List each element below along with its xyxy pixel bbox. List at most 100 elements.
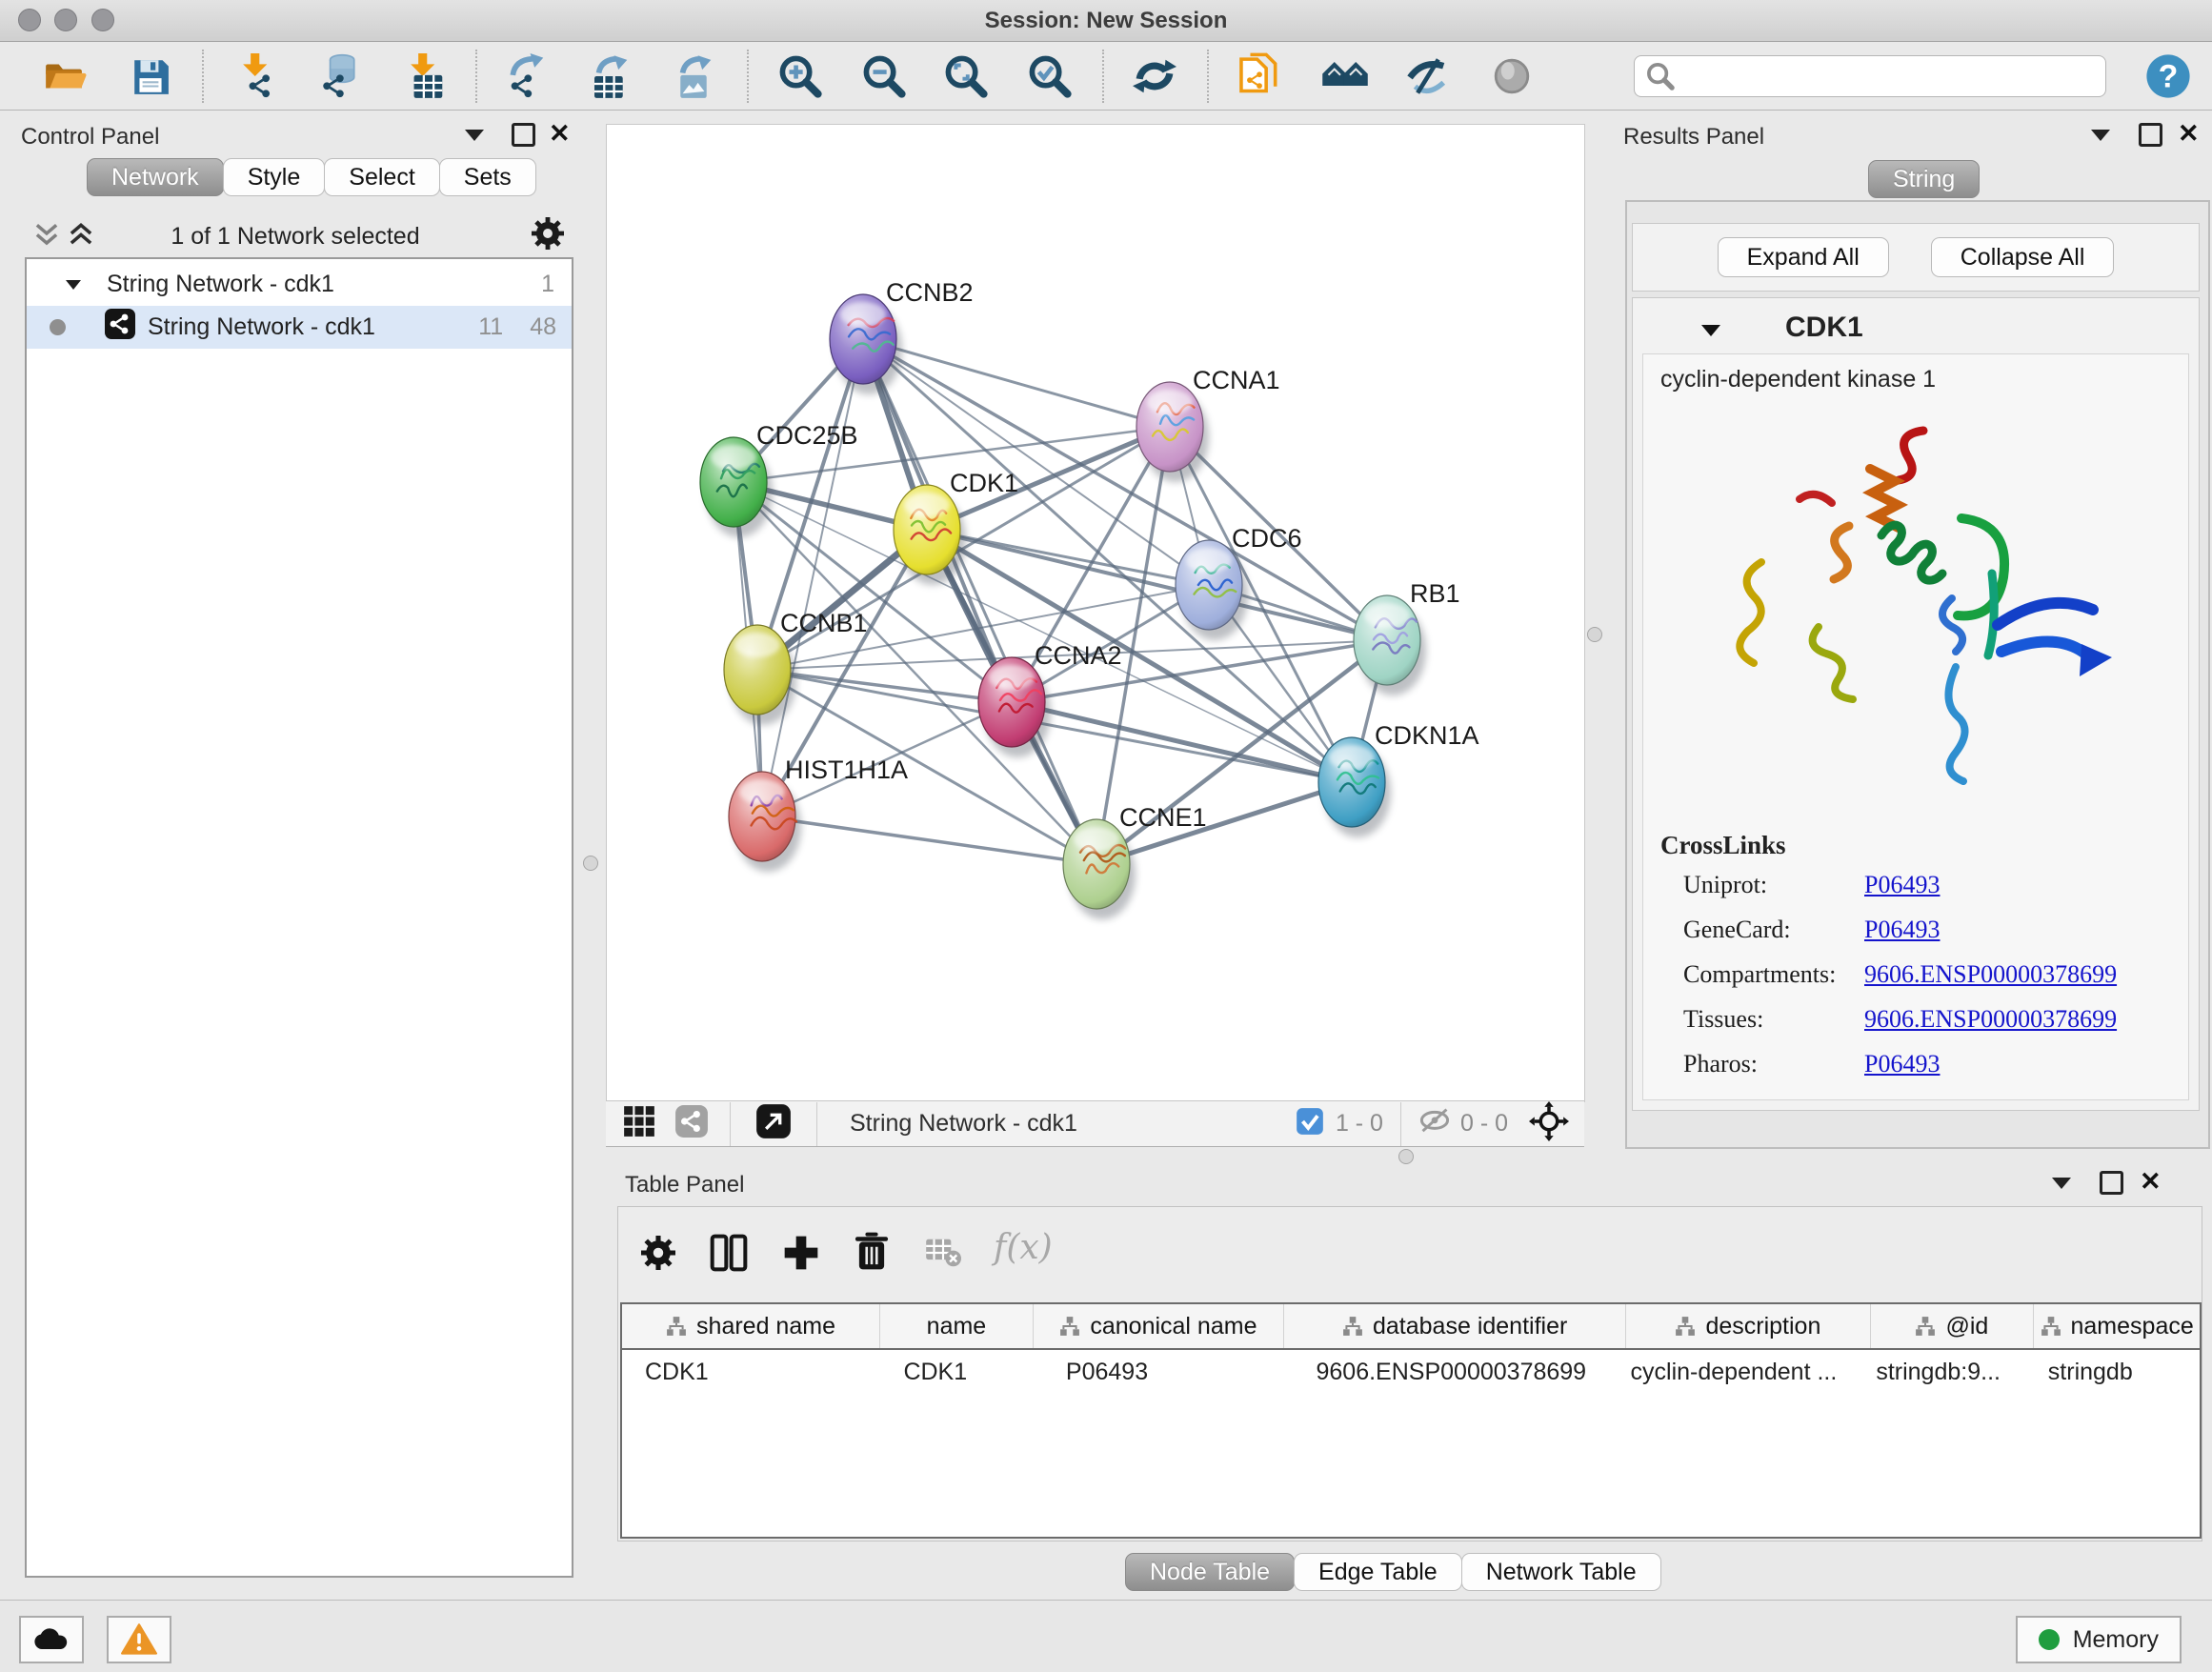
zoom-selected-icon[interactable]	[1023, 54, 1076, 98]
birdseye-view-icon[interactable]	[755, 1103, 792, 1144]
network-view-toolbar: String Network - cdk1 1 - 0 0 - 0	[606, 1100, 1584, 1147]
column-header-description[interactable]: description	[1626, 1304, 1870, 1348]
control-panel: Control Panel ✕ NetworkStyleSelectSets 1…	[10, 116, 585, 1588]
tab-select[interactable]: Select	[324, 158, 439, 196]
string-import-icon[interactable]	[1233, 54, 1286, 98]
warning-button[interactable]	[107, 1616, 171, 1663]
delete-column-icon[interactable]	[853, 1232, 891, 1277]
import-table-file-icon[interactable]	[398, 54, 452, 98]
close-panel-icon[interactable]: ✕	[549, 124, 571, 143]
network-label: String Network - cdk1	[148, 313, 375, 341]
search-field[interactable]	[1634, 55, 2106, 97]
crosslink-label: GeneCard:	[1683, 916, 1791, 944]
collapse-all-networks-icon[interactable]	[34, 221, 59, 251]
main-toolbar: ?	[0, 42, 2212, 111]
svg-text:?: ?	[2159, 58, 2179, 94]
tab-string[interactable]: String	[1868, 160, 1980, 198]
hidden-eye-icon[interactable]	[1418, 1107, 1451, 1140]
tab-edge-table[interactable]: Edge Table	[1294, 1553, 1462, 1591]
export-network-icon[interactable]	[499, 54, 553, 98]
column-header-at-id[interactable]: @id	[1871, 1304, 2035, 1348]
crosslinks-heading: CrossLinks	[1660, 831, 1786, 860]
collection-expand-icon[interactable]	[65, 271, 82, 298]
crosslink-genecard[interactable]: P06493	[1864, 916, 1940, 944]
table-toolbar: f(x)	[618, 1207, 2202, 1302]
zoom-in-icon[interactable]	[774, 54, 827, 98]
crosslink-compartments[interactable]: 9606.ENSP00000378699	[1864, 960, 2117, 989]
network-collection-row[interactable]: String Network - cdk1 1	[27, 263, 572, 306]
collapse-panel-icon[interactable]	[465, 130, 484, 141]
node-CCNA2[interactable]	[978, 657, 1051, 757]
tab-network[interactable]: Network	[87, 158, 224, 196]
float-panel-icon[interactable]	[2100, 1171, 2123, 1195]
tab-sets[interactable]: Sets	[439, 158, 536, 196]
network-canvas[interactable]: CCNB2CCNA1CDC25BCDK1CDC6RB1CCNB1CCNA2CDK…	[606, 124, 1585, 1102]
help-icon[interactable]: ?	[2142, 54, 2195, 98]
network-share-icon[interactable]	[674, 1104, 709, 1143]
collapse-panel-icon[interactable]	[2052, 1178, 2071, 1189]
node-CCNE1[interactable]	[1063, 819, 1136, 919]
table-row[interactable]: CDK1 CDK1 P06493 9606.ENSP00000378699 cy…	[622, 1350, 2200, 1394]
export-table-icon[interactable]	[583, 54, 636, 98]
column-header-canonical-name[interactable]: canonical name	[1034, 1304, 1284, 1348]
node-RB1[interactable]	[1354, 595, 1426, 695]
search-input[interactable]	[1682, 63, 2105, 90]
node-HIST1H1A[interactable]	[729, 772, 801, 872]
hide-glass-icon[interactable]	[1401, 54, 1455, 98]
close-panel-icon[interactable]: ✕	[2140, 1172, 2162, 1191]
expand-all-networks-icon[interactable]	[69, 221, 93, 251]
show-glass-icon[interactable]	[1485, 54, 1538, 98]
toolbar-separator	[475, 50, 477, 103]
import-network-database-icon[interactable]	[314, 54, 368, 98]
network-row-selected[interactable]: String Network - cdk1 11 48	[27, 306, 572, 349]
tab-node-table[interactable]: Node Table	[1125, 1553, 1295, 1591]
network-status-dot	[50, 319, 66, 335]
expand-all-button[interactable]: Expand All	[1718, 237, 1889, 277]
hidden-counts: 0 - 0	[1460, 1110, 1508, 1138]
node-CCNB1[interactable]	[724, 625, 796, 725]
node-CCNB2[interactable]	[830, 294, 902, 394]
node-label-CCNB1: CCNB1	[780, 609, 868, 637]
crosslink-uniprot[interactable]: P06493	[1864, 871, 1940, 899]
float-panel-icon[interactable]	[2139, 123, 2162, 147]
crosslink-label: Pharos:	[1683, 1050, 1758, 1078]
zoom-out-icon[interactable]	[857, 54, 911, 98]
open-session-icon[interactable]	[38, 54, 91, 98]
gear-icon[interactable]	[641, 1236, 675, 1275]
tab-network-table[interactable]: Network Table	[1461, 1553, 1661, 1591]
apply-layout-icon[interactable]	[1128, 54, 1181, 98]
column-header-database-identifier[interactable]: database identifier	[1284, 1304, 1626, 1348]
selected-checkbox-icon[interactable]	[1296, 1107, 1324, 1140]
column-header-namespace[interactable]: namespace	[2034, 1304, 2200, 1348]
save-session-icon[interactable]	[124, 54, 177, 98]
float-panel-icon[interactable]	[512, 123, 535, 147]
network-options-gear-icon[interactable]	[532, 217, 564, 254]
toolbar-separator	[202, 50, 204, 103]
function-builder-label: f(x)	[994, 1228, 1053, 1267]
column-header-shared-name[interactable]: shared name	[622, 1304, 880, 1348]
string-network-icon	[104, 308, 136, 347]
cloud-button[interactable]	[19, 1616, 84, 1663]
add-column-icon[interactable]	[782, 1234, 820, 1277]
left-splitter-handle[interactable]	[583, 856, 598, 871]
import-network-file-icon[interactable]	[231, 54, 284, 98]
crosslink-tissues[interactable]: 9606.ENSP00000378699	[1864, 1005, 2117, 1034]
grid-view-icon[interactable]	[623, 1105, 655, 1142]
collapse-all-button[interactable]: Collapse All	[1931, 237, 2115, 277]
right-splitter-handle[interactable]	[1587, 627, 1602, 642]
collapse-panel-icon[interactable]	[2091, 130, 2110, 141]
memory-button[interactable]: Memory	[2016, 1616, 2182, 1663]
export-image-icon[interactable]	[667, 54, 720, 98]
column-header-name[interactable]: name	[880, 1304, 1034, 1348]
protein-collapse-icon[interactable]	[1701, 325, 1720, 336]
node-CDKN1A[interactable]	[1318, 737, 1391, 837]
close-panel-icon[interactable]: ✕	[2178, 124, 2200, 143]
zoom-fit-icon[interactable]	[939, 54, 993, 98]
node-label-CDC6: CDC6	[1232, 524, 1302, 553]
split-columns-icon[interactable]	[710, 1234, 748, 1277]
crosshair-icon[interactable]	[1529, 1101, 1569, 1146]
tab-style[interactable]: Style	[223, 158, 326, 196]
horizontal-splitter-handle[interactable]	[1398, 1149, 1414, 1164]
crosslink-pharos[interactable]: P06493	[1864, 1050, 1940, 1078]
home-icon[interactable]	[1318, 54, 1372, 98]
